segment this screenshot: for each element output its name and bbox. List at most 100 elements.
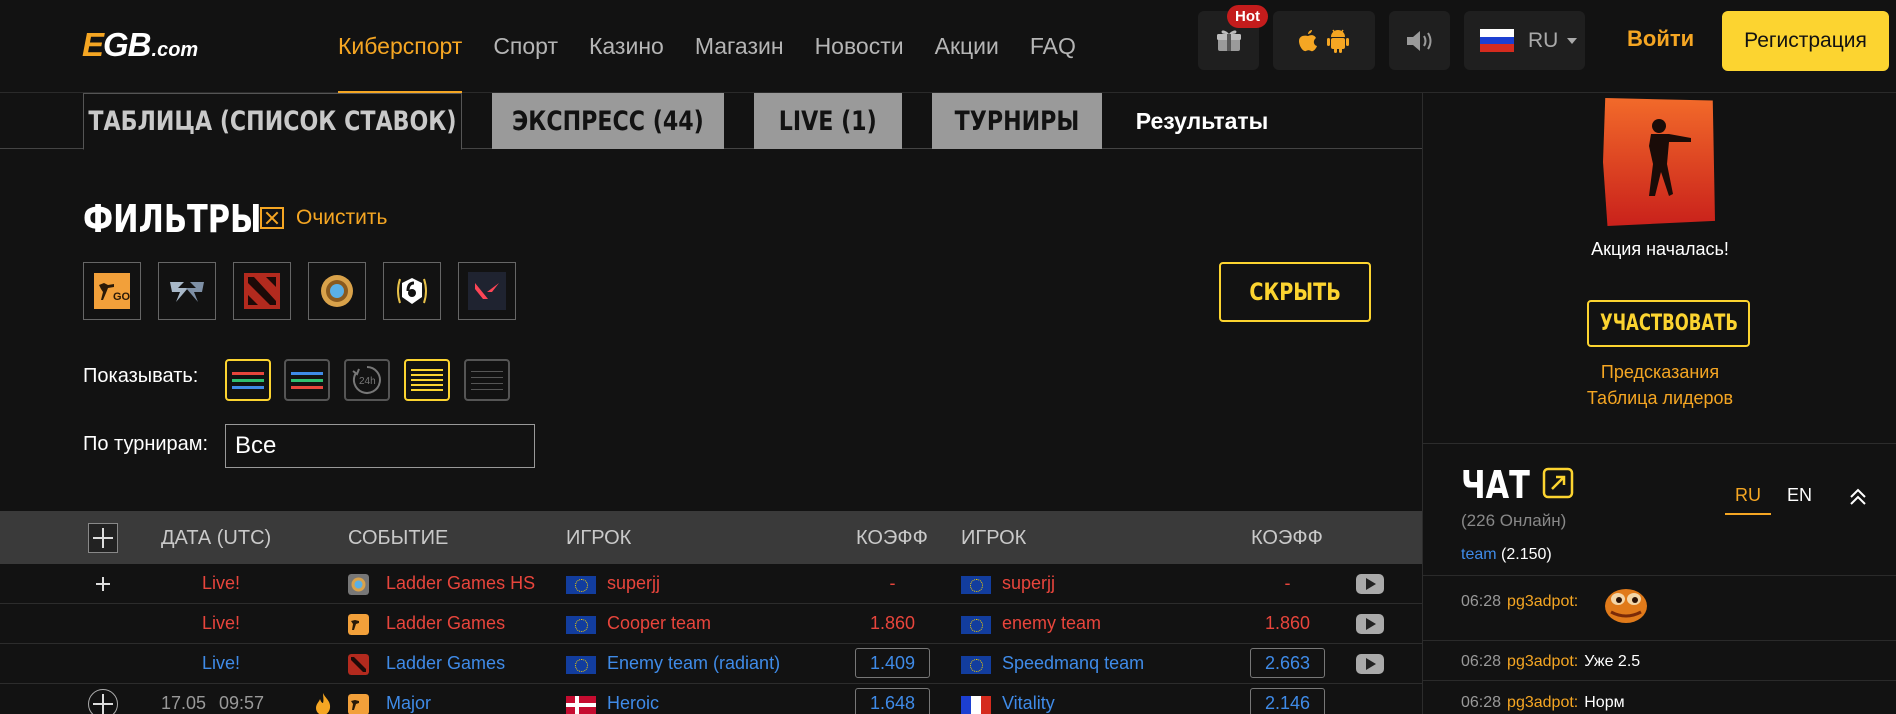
- row-event[interactable]: Ladder Games HS: [386, 573, 535, 594]
- row-player1[interactable]: Heroic: [607, 693, 659, 714]
- double-chevron-up-icon[interactable]: [1847, 485, 1869, 507]
- nav-esports[interactable]: Киберспорт: [338, 0, 463, 93]
- chat-message-partial: team (2.150): [1461, 546, 1552, 564]
- table-row[interactable]: Live! Ladder Games Enemy team (radiant) …: [0, 644, 1422, 684]
- row-odds2-button[interactable]: 2.146: [1250, 688, 1325, 714]
- view-colored-lines-alt-button[interactable]: [284, 359, 330, 401]
- stream-play-icon[interactable]: [1356, 614, 1384, 634]
- chat-user-partial[interactable]: team: [1461, 546, 1497, 563]
- row-player2[interactable]: enemy team: [1002, 613, 1101, 634]
- chat-lang-en[interactable]: EN: [1787, 485, 1812, 506]
- leaderboard-link[interactable]: Таблица лидеров: [1423, 388, 1896, 409]
- promo-banner-image[interactable]: [1603, 98, 1715, 226]
- header-date[interactable]: ДАТА (UTC): [161, 527, 271, 550]
- nav-shop[interactable]: Магазин: [695, 0, 784, 93]
- chat-username[interactable]: pg3adpot:: [1507, 653, 1578, 670]
- list-lines-icon-5: [411, 389, 443, 391]
- csgo-icon: [348, 694, 369, 714]
- row-player2[interactable]: Speedmanq team: [1002, 653, 1144, 674]
- chat-username[interactable]: pg3adpot:: [1507, 694, 1578, 711]
- expand-row-plus-icon[interactable]: [92, 573, 114, 595]
- tab-results[interactable]: Результаты: [1102, 93, 1302, 149]
- row-event[interactable]: Major: [386, 693, 431, 714]
- filter-starcraft[interactable]: [158, 262, 216, 320]
- row-date: Live!: [202, 573, 241, 593]
- row-player2[interactable]: superjj: [1002, 573, 1055, 594]
- chat-lang-ru[interactable]: RU: [1735, 485, 1761, 506]
- row-odds2-button[interactable]: 2.663: [1250, 648, 1325, 678]
- row-odds1[interactable]: 1.860: [855, 613, 930, 634]
- header-odds2[interactable]: КОЭФФ: [1251, 527, 1323, 550]
- chat-username[interactable]: pg3adpot:: [1507, 593, 1578, 610]
- logo-gb: GB: [103, 26, 151, 63]
- nav-news[interactable]: Новости: [815, 0, 904, 93]
- tab-tournaments-label: ТУРНИРЫ: [954, 105, 1080, 137]
- filter-valorant[interactable]: [458, 262, 516, 320]
- hearthstone-icon: [348, 574, 369, 595]
- table-row[interactable]: 17.05 09:57 Major Heroic 1.648 Vitality …: [0, 684, 1422, 714]
- eu-flag-icon: [961, 616, 991, 634]
- chat-time: 06:28: [1461, 694, 1502, 711]
- row-odds1-button[interactable]: 1.409: [855, 648, 930, 678]
- row-event[interactable]: Ladder Games: [386, 613, 505, 634]
- egb-logo[interactable]: E GB .com: [82, 26, 198, 63]
- view-plain-list-button[interactable]: [464, 359, 510, 401]
- row-player1[interactable]: superjj: [607, 573, 660, 594]
- view-compact-list-button[interactable]: [404, 359, 450, 401]
- stream-play-icon[interactable]: [1356, 654, 1384, 674]
- filters-title-text: ФИЛЬТРЫ: [83, 197, 262, 241]
- tab-tournaments[interactable]: ТУРНИРЫ: [932, 93, 1102, 149]
- header-player1[interactable]: ИГРОК: [566, 527, 631, 550]
- colored-lines-alt-icon: [291, 371, 323, 375]
- right-sidebar: Акция началась! УЧАСТВОВАТЬ Предсказания…: [1422, 93, 1896, 714]
- row-odds2[interactable]: 1.860: [1250, 613, 1325, 634]
- row-player1[interactable]: Enemy team (radiant): [607, 653, 780, 674]
- sound-button[interactable]: [1389, 11, 1450, 70]
- expand-row-plus-icon[interactable]: [88, 689, 118, 714]
- nav-sport[interactable]: Спорт: [493, 0, 558, 93]
- row-player2[interactable]: Vitality: [1002, 693, 1055, 714]
- expand-all-plus-icon[interactable]: [88, 523, 118, 553]
- stream-play-icon[interactable]: [1356, 574, 1384, 594]
- nav-promotions[interactable]: Акции: [935, 0, 999, 93]
- table-row[interactable]: Live! Ladder Games Cooper team 1.860 ene…: [0, 604, 1422, 644]
- nav-casino[interactable]: Казино: [589, 0, 664, 93]
- table-row[interactable]: Live! Ladder Games HS superjj - superjj …: [0, 564, 1422, 604]
- filter-rainbow-six[interactable]: [383, 262, 441, 320]
- chat-message: 06:28 pg3adpot:: [1461, 593, 1578, 611]
- join-promo-label: УЧАСТВОВАТЬ: [1599, 311, 1738, 336]
- tab-express[interactable]: ЭКСПРЕСС (44): [492, 93, 724, 149]
- row-odds1: -: [889, 573, 896, 593]
- tournament-select[interactable]: Все: [225, 424, 535, 468]
- promo-text: Акция началась!: [1591, 239, 1729, 259]
- language-selector[interactable]: RU: [1464, 11, 1585, 70]
- join-promo-button[interactable]: УЧАСТВОВАТЬ: [1587, 300, 1750, 347]
- row-odds1-button[interactable]: 1.648: [855, 688, 930, 714]
- view-colored-lines-button[interactable]: [225, 359, 271, 401]
- russia-flag-icon: [1480, 29, 1514, 53]
- predictions-link[interactable]: Предсказания: [1423, 362, 1896, 383]
- filter-dota2[interactable]: [233, 262, 291, 320]
- filter-csgo[interactable]: GO: [83, 262, 141, 320]
- popout-icon[interactable]: [1542, 467, 1574, 499]
- tab-table[interactable]: ТАБЛИЦА (СПИСОК СТАВОК): [83, 93, 462, 150]
- show-label: Показывать:: [83, 365, 199, 387]
- view-24h-button[interactable]: 24h: [344, 359, 390, 401]
- filter-hearthstone[interactable]: [308, 262, 366, 320]
- clear-filters-button[interactable]: Очистить: [260, 206, 387, 230]
- row-player1[interactable]: Cooper team: [607, 613, 711, 634]
- rainbow-six-icon: [397, 278, 427, 304]
- header-event[interactable]: СОБЫТИЕ: [348, 527, 448, 550]
- register-button[interactable]: Регистрация: [1722, 11, 1889, 71]
- header-player2[interactable]: ИГРОК: [961, 527, 1026, 550]
- gift-box-icon: [1216, 30, 1241, 51]
- header-odds1[interactable]: КОЭФФ: [856, 527, 928, 550]
- chevron-down-icon: [1567, 37, 1578, 44]
- login-button[interactable]: Войти: [1627, 26, 1694, 52]
- nav-faq[interactable]: FAQ: [1030, 0, 1076, 93]
- row-date: Live!: [202, 653, 241, 673]
- hide-filters-button[interactable]: СКРЫТЬ: [1219, 262, 1371, 322]
- mobile-apps-button[interactable]: [1273, 11, 1375, 70]
- row-event[interactable]: Ladder Games: [386, 653, 505, 674]
- tab-live[interactable]: LIVE (1): [754, 93, 902, 149]
